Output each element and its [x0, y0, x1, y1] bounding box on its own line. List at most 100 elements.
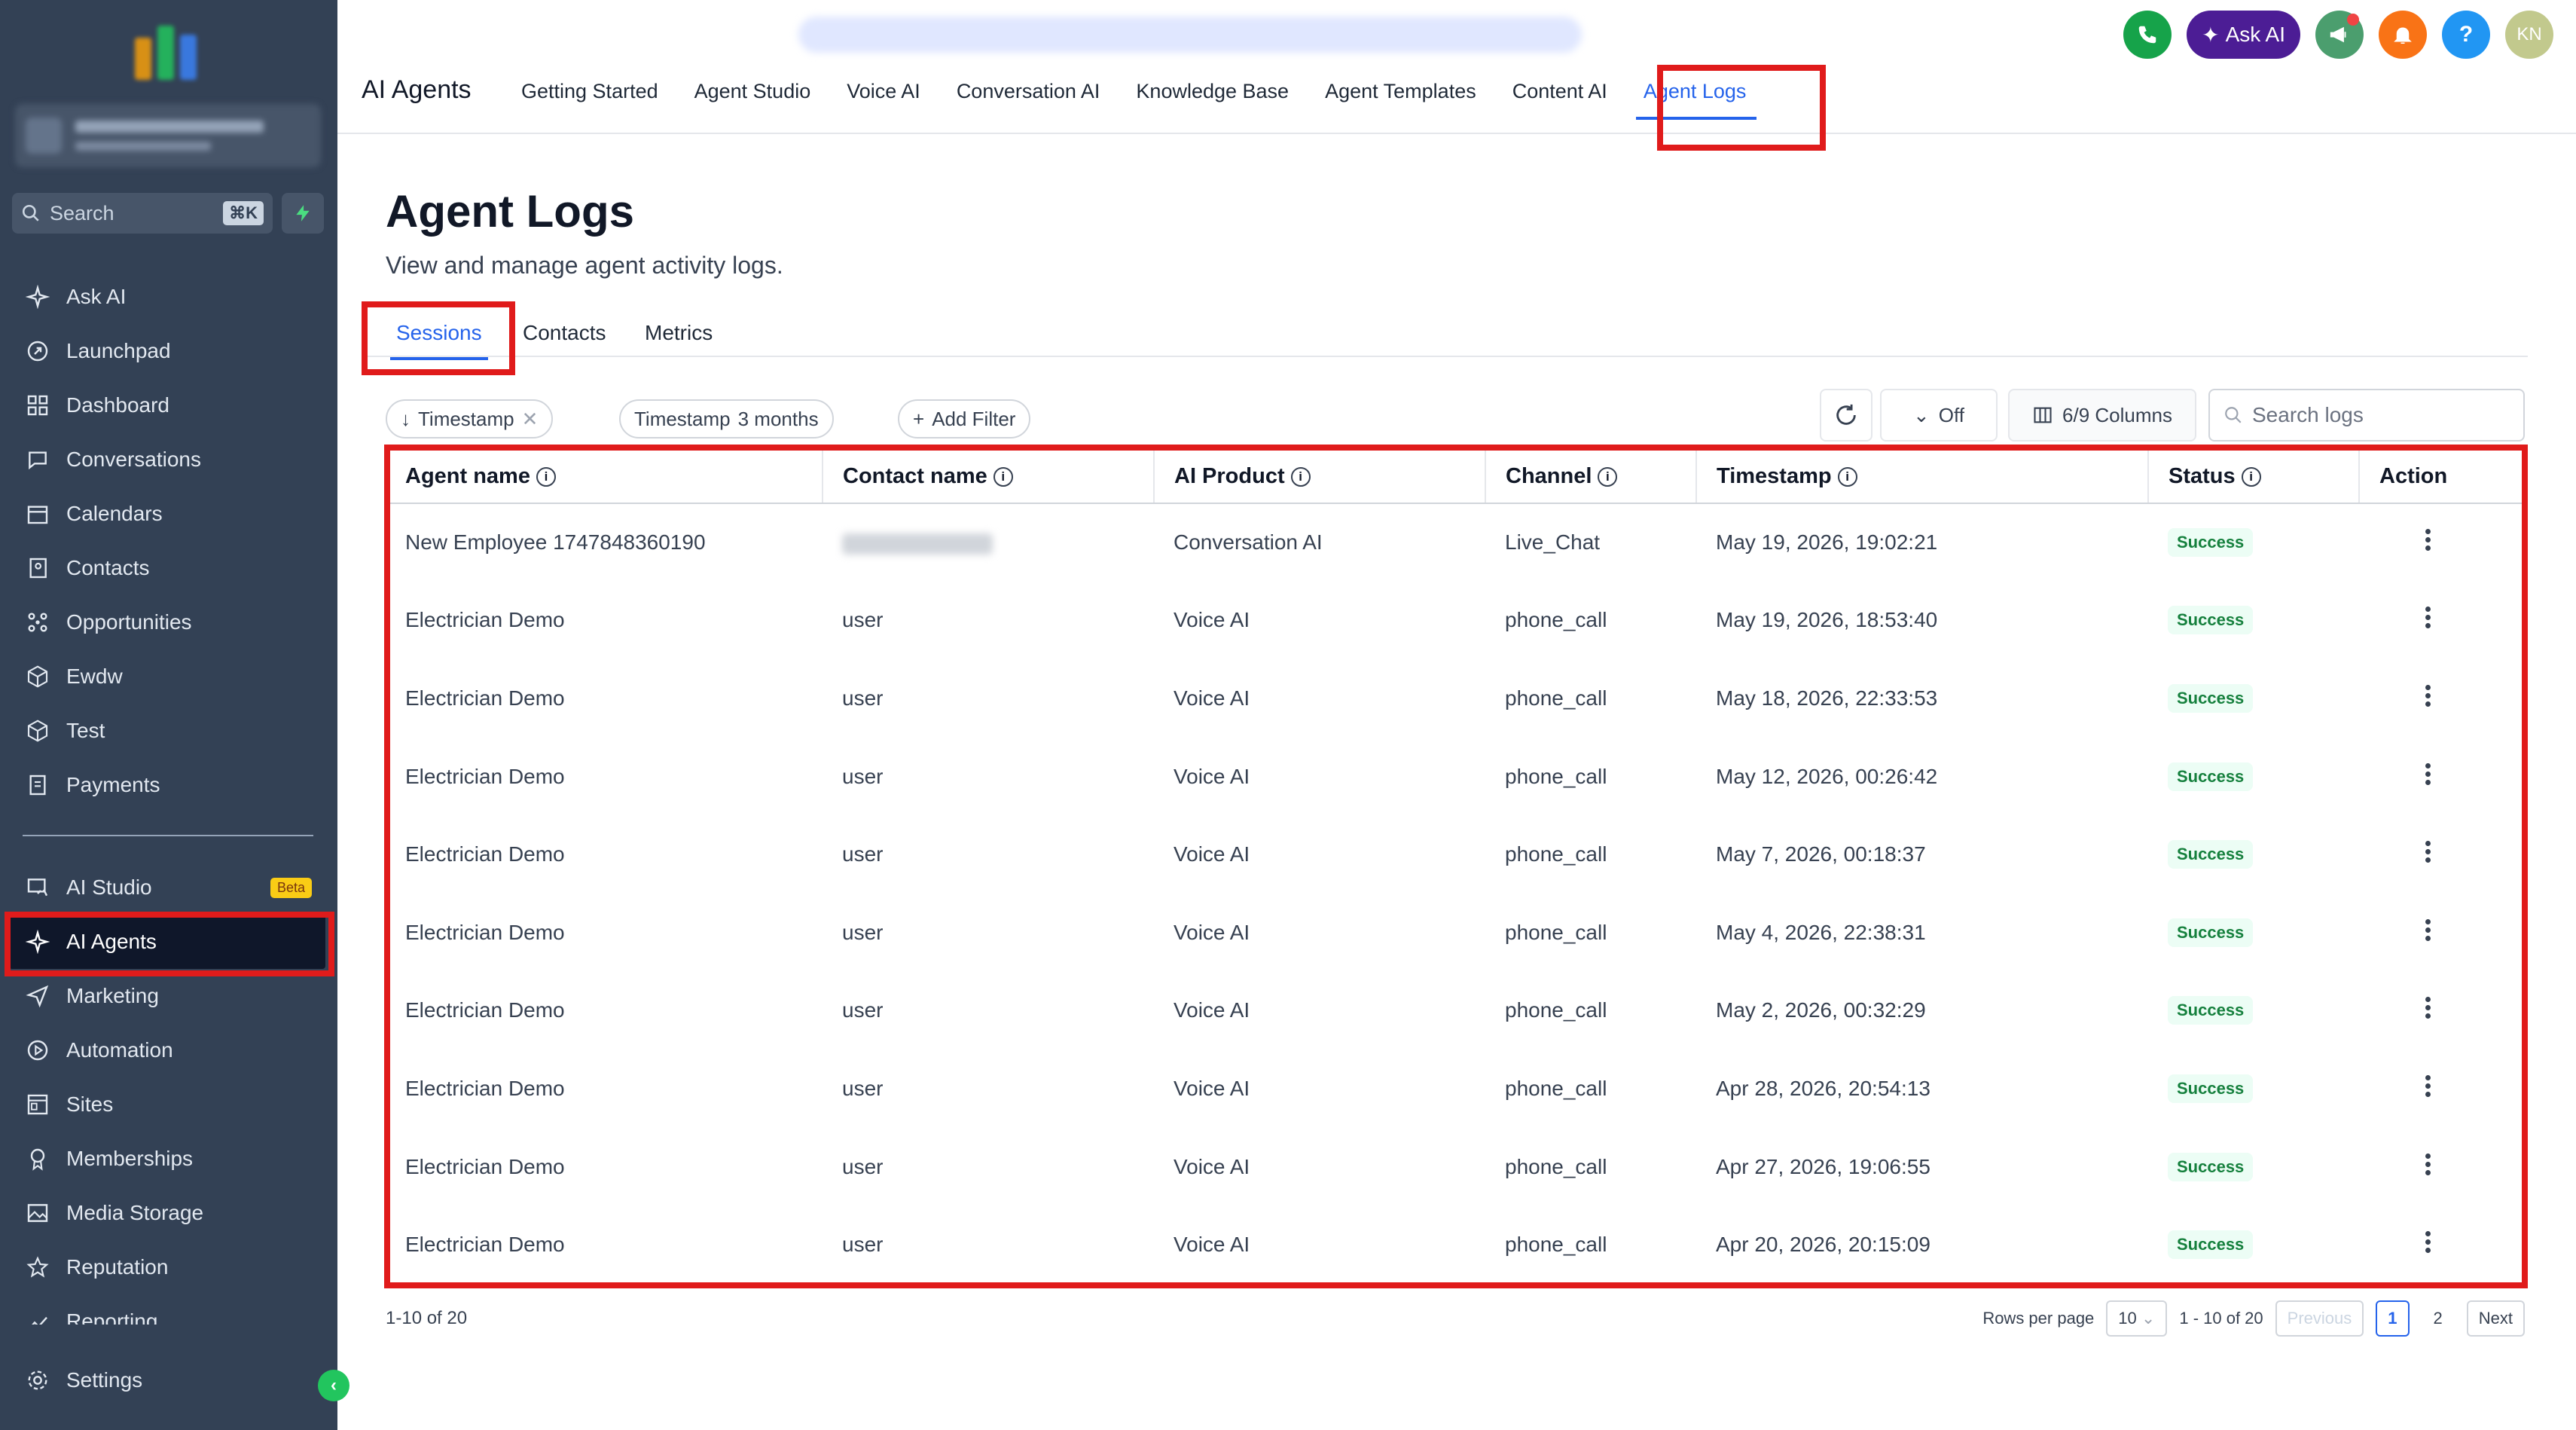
sidebar-item-launchpad[interactable]: Launchpad — [0, 324, 337, 378]
sidebar-item-payments[interactable]: Payments — [0, 758, 337, 812]
phone-button[interactable] — [2123, 11, 2172, 59]
tab-agent-templates[interactable]: Agent Templates — [1325, 80, 1476, 103]
table-row[interactable]: Electrician Demo user Voice AI phone_call Ap… — [386, 1128, 2525, 1206]
table-row[interactable]: Electrician Demo user Voice AI phone_call Ma… — [386, 659, 2525, 738]
sidebar-item-automation[interactable]: Automation — [0, 1023, 337, 1077]
sidebar-item-conversations[interactable]: Conversations — [0, 432, 337, 487]
columns-button[interactable]: 6/9 Columns — [2008, 389, 2196, 442]
info-icon[interactable]: i — [1837, 467, 1857, 487]
notifications-button[interactable] — [2379, 11, 2427, 59]
table-row[interactable]: Electrician Demo user Voice AI phone_call Ma… — [386, 738, 2525, 816]
sidebar-item-sites[interactable]: Sites — [0, 1077, 337, 1132]
search-logs-input[interactable]: Search logs — [2208, 389, 2525, 442]
automation-icon — [23, 1035, 53, 1065]
quick-action-button[interactable] — [282, 193, 324, 234]
cell-timestamp: Apr 27, 2026, 19:06:55 — [1696, 1128, 2148, 1206]
sidebar-item-memberships[interactable]: Memberships — [0, 1132, 337, 1186]
table-row[interactable]: Electrician Demo user Voice AI phone_call Ma… — [386, 894, 2525, 972]
next-button[interactable]: Next — [2466, 1300, 2525, 1337]
tab-knowledge-base[interactable]: Knowledge Base — [1136, 80, 1289, 103]
more-options-icon[interactable] — [2425, 760, 2431, 788]
sidebar-item-label: Dashboard — [66, 393, 169, 417]
account-switcher[interactable] — [15, 104, 321, 167]
sidebar-item-ai-studio[interactable]: AI Studio Beta — [0, 860, 337, 915]
more-options-icon[interactable] — [2425, 1228, 2431, 1256]
cell-ai-product-text: Voice AI — [1174, 998, 1250, 1022]
subtab-contacts[interactable]: Contacts — [517, 315, 612, 357]
sidebar-item-contacts[interactable]: Contacts — [0, 541, 337, 595]
close-icon[interactable]: ✕ — [522, 408, 539, 431]
cell-contact-name-text: user — [842, 1076, 884, 1100]
user-avatar[interactable]: KN — [2505, 11, 2553, 59]
timestamp-filter-chip[interactable]: Timestamp 3 months — [619, 399, 834, 438]
more-options-icon[interactable] — [2425, 994, 2431, 1022]
announcements-button[interactable] — [2315, 11, 2364, 59]
info-icon[interactable]: i — [536, 467, 556, 487]
subtab-metrics[interactable]: Metrics — [639, 315, 719, 357]
tab-getting-started[interactable]: Getting Started — [521, 80, 658, 103]
more-options-icon[interactable] — [2425, 916, 2431, 944]
sidebar-item-marketing[interactable]: Marketing — [0, 969, 337, 1023]
column-header-ai-product[interactable]: AI Product i — [1154, 451, 1486, 504]
sidebar-item-ewdw[interactable]: Ewdw — [0, 649, 337, 704]
status-badge: Success — [2168, 918, 2254, 947]
cell-contact-name: user — [823, 582, 1154, 660]
help-button[interactable]: ? — [2442, 11, 2490, 59]
column-header-status[interactable]: Status i — [2148, 451, 2360, 504]
tab-voice-ai[interactable]: Voice AI — [847, 80, 920, 103]
more-options-icon[interactable] — [2425, 682, 2431, 710]
sort-chip[interactable]: ↓ Timestamp ✕ — [386, 399, 554, 438]
tab-content-ai[interactable]: Content AI — [1512, 80, 1607, 103]
more-options-icon[interactable] — [2425, 838, 2431, 866]
add-filter-button[interactable]: + Add Filter — [898, 399, 1031, 438]
search-logs-placeholder: Search logs — [2252, 403, 2364, 426]
tab-conversation-ai[interactable]: Conversation AI — [957, 80, 1100, 103]
sidebar-item-dashboard[interactable]: Dashboard — [0, 378, 337, 432]
sidebar-search[interactable]: Search ⌘K — [12, 193, 273, 234]
cell-status: Success — [2148, 815, 2359, 894]
cell-agent-name: Electrician Demo — [386, 1205, 823, 1284]
cell-contact-name: user — [823, 659, 1154, 738]
sidebar-item-ai-agents[interactable]: AI Agents — [9, 915, 325, 969]
more-options-icon[interactable] — [2425, 603, 2431, 631]
table-row[interactable]: New Employee 1747848360190 Conversation A… — [386, 503, 2525, 582]
info-icon[interactable]: i — [1290, 467, 1311, 487]
previous-button[interactable]: Previous — [2275, 1300, 2364, 1337]
cell-contact-name-text: user — [842, 764, 884, 788]
page-2-button[interactable]: 2 — [2421, 1300, 2455, 1337]
tab-agent-logs[interactable]: Agent Logs — [1635, 80, 1757, 120]
table-row[interactable]: Electrician Demo user Voice AI phone_call Ap… — [386, 1205, 2525, 1284]
auto-refresh-dropdown[interactable]: ⌄ Off — [1880, 389, 1998, 442]
cell-timestamp-text: May 19, 2026, 18:53:40 — [1716, 608, 1938, 632]
more-options-icon[interactable] — [2425, 1072, 2431, 1100]
column-header-contact-name[interactable]: Contact name i — [823, 451, 1155, 504]
subtab-sessions[interactable]: Sessions — [390, 315, 488, 360]
tab-agent-studio[interactable]: Agent Studio — [694, 80, 811, 103]
refresh-button[interactable] — [1820, 389, 1872, 442]
sidebar-item-reputation[interactable]: Reputation — [0, 1240, 337, 1294]
info-icon[interactable]: i — [2241, 467, 2261, 487]
more-options-icon[interactable] — [2425, 1150, 2431, 1178]
column-header-agent-name[interactable]: Agent name i — [386, 451, 823, 504]
table-row[interactable]: Electrician Demo user Voice AI phone_call Ma… — [386, 582, 2525, 660]
sidebar-item-reporting[interactable]: Reporting — [0, 1294, 337, 1325]
sidebar-item-opportunities[interactable]: Opportunities — [0, 595, 337, 649]
table-row[interactable]: Electrician Demo user Voice AI phone_call Ma… — [386, 972, 2525, 1050]
table-row[interactable]: Electrician Demo user Voice AI phone_call Ap… — [386, 1050, 2525, 1128]
column-header-timestamp[interactable]: Timestamp i — [1696, 451, 2149, 504]
info-icon[interactable]: i — [993, 467, 1013, 487]
sidebar-item-test[interactable]: Test — [0, 704, 337, 758]
page-1-button[interactable]: 1 — [2376, 1300, 2410, 1337]
collapse-sidebar-button[interactable]: ‹ — [318, 1370, 349, 1401]
sidebar-item-settings[interactable]: Settings — [0, 1353, 337, 1407]
more-options-icon[interactable] — [2425, 526, 2431, 554]
ask-ai-button[interactable]: ✦ Ask AI — [2187, 11, 2300, 59]
sidebar-item-media-storage[interactable]: Media Storage — [0, 1186, 337, 1240]
column-header-channel[interactable]: Channel i — [1485, 451, 1697, 504]
info-icon[interactable]: i — [1598, 467, 1618, 487]
sidebar-item-ask-ai[interactable]: Ask AI — [0, 270, 337, 324]
sidebar-item-label: Payments — [66, 773, 160, 796]
sidebar-item-calendars[interactable]: Calendars — [0, 487, 337, 541]
table-row[interactable]: Electrician Demo user Voice AI phone_call Ma… — [386, 815, 2525, 894]
rows-per-page-select[interactable]: 10 ⌄ — [2106, 1300, 2168, 1337]
